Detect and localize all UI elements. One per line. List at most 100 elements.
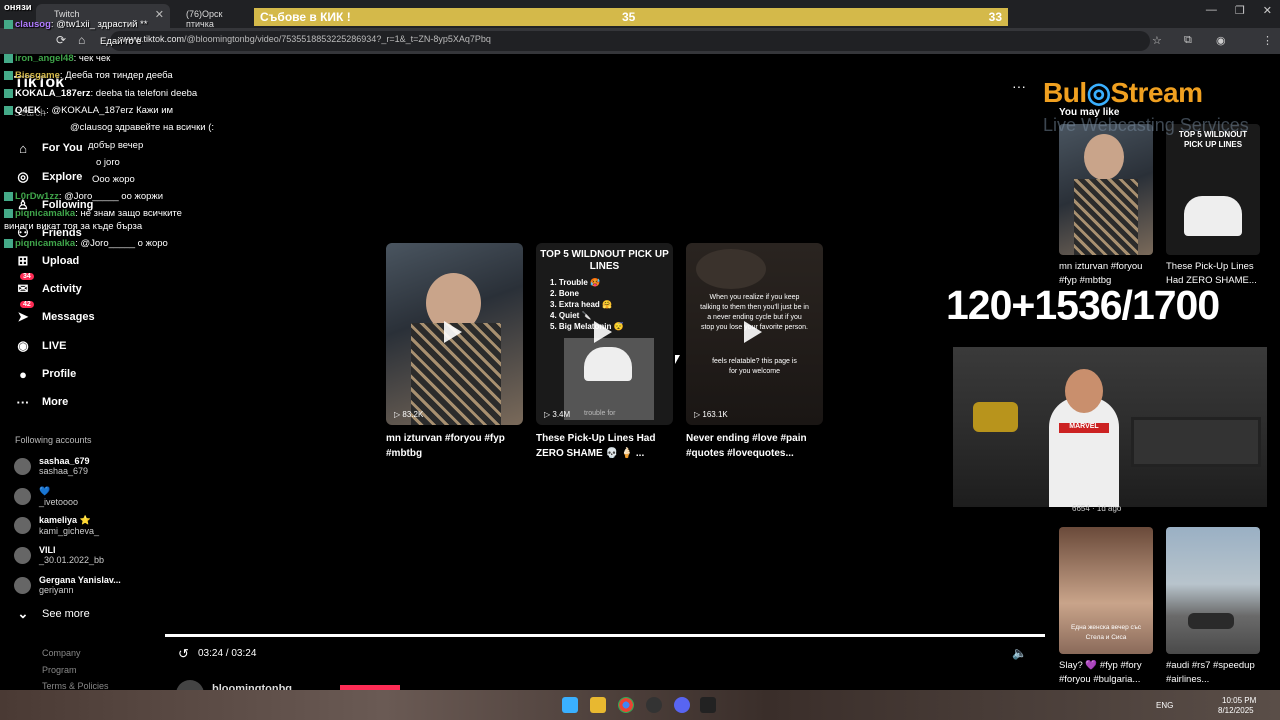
- chat-line: о joro: [96, 157, 120, 168]
- chat-line: онязи: [4, 2, 32, 13]
- chrome-icon[interactable]: [618, 697, 634, 713]
- replay-icon[interactable]: ↺: [178, 646, 189, 662]
- activity-badge: 34: [20, 273, 34, 280]
- thumbnail-hat: [1184, 196, 1242, 236]
- account-item[interactable]: Gergana Yanislav... geriyann: [14, 575, 121, 595]
- account-name: sashaa_679: [39, 456, 90, 466]
- obs-icon[interactable]: [646, 697, 662, 713]
- chat-line: Едай го е: [100, 36, 142, 47]
- right-thumbnail[interactable]: TOP 5 WILDNOUT PICK UP LINES: [1166, 124, 1260, 255]
- account-handle: sashaa_679: [39, 466, 89, 476]
- recommendation-title[interactable]: mn izturvan #foryou #fyp #mbtbg: [386, 431, 526, 461]
- overlay-label: Събове в КИК !: [260, 10, 351, 24]
- nav-for-you[interactable]: ⌂ For You: [14, 138, 82, 158]
- account-item[interactable]: kameliya ⭐ kami_gicheva_: [14, 515, 99, 536]
- volume-icon[interactable]: 🔈: [1012, 646, 1027, 660]
- chat-msg: Дееба тоя тиндер дееба: [65, 70, 173, 81]
- footer-link-program[interactable]: Program: [42, 665, 77, 675]
- see-more-button[interactable]: ⌄ See more: [14, 604, 90, 624]
- chat-msg: добър вечер: [88, 140, 144, 151]
- close-icon[interactable]: ✕: [155, 8, 164, 21]
- recommendation-title[interactable]: These Pick-Up Lines Had ZERO SHAME 💀 🍦 .…: [536, 431, 676, 461]
- windows-taskbar: [0, 690, 1280, 720]
- nav-live[interactable]: ◉ LIVE: [14, 336, 66, 356]
- live-icon: ◉: [17, 338, 29, 353]
- footer-link-company[interactable]: Company: [42, 648, 81, 658]
- window-controls: — ❐ ✕: [1206, 4, 1272, 17]
- video-time: 03:24 / 03:24: [198, 648, 257, 659]
- badge-icon: [4, 191, 13, 201]
- chat-msg: чек чек: [78, 53, 111, 64]
- right-thumbnail[interactable]: Една женска вечер със Стела и Сиса: [1059, 527, 1153, 654]
- bulstream-subtitle: Live Webcasting Services: [1043, 115, 1249, 135]
- avatar: [14, 488, 31, 505]
- thumbnail-hat: [584, 347, 632, 381]
- home-browser-icon[interactable]: ⌂: [78, 33, 85, 47]
- nav-label: Activity: [42, 283, 82, 295]
- profile-icon: ●: [19, 366, 27, 382]
- nav-label: More: [42, 396, 69, 408]
- time-ago: 6654 · 1d ago: [1072, 504, 1122, 513]
- overlay-count-1: 35: [622, 10, 636, 24]
- nav-upload[interactable]: ⊞ Upload: [14, 251, 80, 271]
- address-bar-row: ⟳ ⌂ www.tiktok.com/@bloomingtonbg/video/…: [0, 28, 1280, 54]
- language-indicator[interactable]: ENG: [1156, 701, 1173, 710]
- more-options-icon[interactable]: ···: [1012, 78, 1026, 94]
- nav-explore[interactable]: ◎ Explore: [14, 167, 82, 187]
- start-icon[interactable]: [562, 697, 578, 713]
- nav-messages[interactable]: ➤ 42 Messages: [14, 301, 95, 327]
- right-item-title[interactable]: Slay? 💜 #fyp #fory #foryou #bulgaria...: [1059, 659, 1157, 687]
- browser-tab-2[interactable]: (76)Орск птичка: [176, 4, 252, 29]
- account-item[interactable]: VILI _30.01.2022_bb: [14, 545, 104, 565]
- mouse-cursor: [675, 355, 680, 364]
- chat-msg: винаги викат тоя за къде бърза: [4, 221, 143, 232]
- recommendation-card[interactable]: When you realize if you keep talking to …: [686, 243, 823, 425]
- right-thumbnail[interactable]: [1166, 527, 1260, 654]
- nav-label: Profile: [42, 368, 77, 380]
- minimize-icon[interactable]: —: [1206, 4, 1217, 17]
- chat-user: piqnicamalka: [15, 238, 76, 249]
- menu-dots-icon[interactable]: ⋮: [1262, 34, 1273, 47]
- nav-activity[interactable]: ✉ 34 Activity: [14, 273, 82, 299]
- account-item[interactable]: 💙 _ivetoooo: [14, 486, 78, 507]
- bulstream-logo: Bul◎Stream: [1043, 77, 1203, 108]
- account-handle: geriyann: [39, 585, 74, 595]
- avatar: [14, 517, 31, 534]
- recommendation-card[interactable]: ▷ 83.2K: [386, 243, 523, 425]
- chat-line: L0rDw1zz: @Joro_____ оо жоржи: [4, 191, 163, 202]
- clock-time[interactable]: 10:05 PM: [1222, 696, 1256, 705]
- account-name: kameliya ⭐: [39, 515, 91, 525]
- right-item-title[interactable]: #audi #rs7 #speedup #airlines...: [1166, 659, 1264, 687]
- close-window-icon[interactable]: ✕: [1263, 4, 1272, 17]
- badge-icon: [4, 70, 13, 80]
- account-name: Gergana Yanislav...: [39, 575, 121, 585]
- url-field[interactable]: www.tiktok.com/@bloomingtonbg/video/7535…: [110, 31, 1150, 51]
- chat-line: iron_angel48: чек чек: [4, 53, 110, 64]
- reload-icon[interactable]: ⟳: [56, 33, 66, 47]
- chat-line: piqnicamalka: @Joro_____ о жоро: [4, 238, 168, 249]
- maximize-icon[interactable]: ❐: [1235, 4, 1245, 17]
- video-progress-bar[interactable]: [165, 634, 1045, 637]
- terminal-icon[interactable]: [700, 697, 716, 713]
- account-item[interactable]: sashaa_679 sashaa_679: [14, 456, 90, 476]
- recommendation-title[interactable]: Never ending #love #pain #quotes #lovequ…: [686, 431, 826, 461]
- chevron-down-icon: ⌄: [17, 606, 29, 621]
- chat-msg: Едай го е: [100, 36, 142, 47]
- recommendation-card[interactable]: TOP 5 WILDNOUT PICK UP LINES 1. Trouble …: [536, 243, 673, 425]
- discord-icon[interactable]: [674, 697, 690, 713]
- file-explorer-icon[interactable]: [590, 697, 606, 713]
- messages-badge: 42: [20, 301, 34, 308]
- tab-label: Twitch: [54, 9, 80, 19]
- bookmark-star-icon[interactable]: ☆: [1152, 34, 1162, 47]
- chat-msg: @Joro_____ оо жоржи: [64, 191, 164, 202]
- extensions-icon[interactable]: ⧉: [1184, 34, 1192, 47]
- chat-user: Bissgame: [15, 70, 60, 81]
- chat-line: добър вечер: [88, 140, 143, 151]
- clock-date[interactable]: 8/12/2025: [1218, 706, 1254, 715]
- profile-icon-browser[interactable]: ◉: [1216, 34, 1226, 47]
- webcam-feed: MARVEL: [953, 347, 1267, 507]
- nav-more[interactable]: ··· More: [14, 392, 69, 412]
- right-thumbnail[interactable]: [1059, 124, 1153, 255]
- nav-profile[interactable]: ● Profile: [14, 364, 76, 384]
- nav-label: Explore: [42, 171, 83, 183]
